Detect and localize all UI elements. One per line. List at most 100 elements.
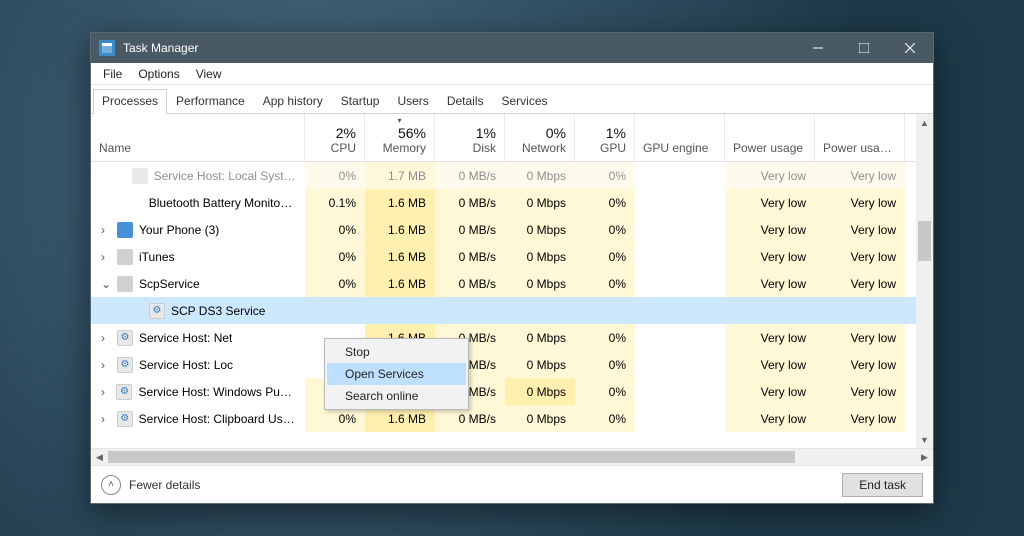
context-open-services[interactable]: Open Services bbox=[327, 363, 466, 385]
context-stop[interactable]: Stop bbox=[327, 341, 466, 363]
titlebar[interactable]: Task Manager bbox=[91, 33, 933, 63]
chevron-right-icon[interactable]: › bbox=[101, 331, 111, 345]
scroll-thumb[interactable] bbox=[918, 221, 931, 261]
scroll-down-icon[interactable]: ▼ bbox=[916, 431, 933, 448]
app-icon bbox=[99, 40, 115, 56]
table-row[interactable]: ›Service Host: Loc1.6 MB0 MB/s0 Mbps0%Ve… bbox=[91, 351, 933, 378]
cell-cpu: 0% bbox=[305, 243, 365, 270]
column-gpu-engine[interactable]: GPU engine bbox=[635, 114, 725, 161]
cell-net: 0 Mbps bbox=[505, 270, 575, 297]
cell-cpu: 0% bbox=[305, 216, 365, 243]
chevron-right-icon[interactable]: › bbox=[101, 223, 111, 237]
tab-processes[interactable]: Processes bbox=[93, 89, 167, 114]
tab-performance[interactable]: Performance bbox=[167, 89, 254, 113]
column-network[interactable]: 0%Network bbox=[505, 114, 575, 161]
menu-file[interactable]: File bbox=[95, 65, 130, 83]
cell-gpu-engine bbox=[635, 351, 725, 378]
column-power-usage[interactable]: Power usage bbox=[725, 114, 815, 161]
cell-mem: 1.6 MB bbox=[365, 243, 435, 270]
table-row[interactable]: ›Service Host: Clipboard Use…0%1.6 MB0 M… bbox=[91, 405, 933, 432]
tab-startup[interactable]: Startup bbox=[332, 89, 389, 113]
process-name: Service Host: Loc bbox=[139, 358, 233, 372]
process-name-cell[interactable]: › Service Host: Loc bbox=[91, 351, 305, 378]
tab-details[interactable]: Details bbox=[438, 89, 493, 113]
cell-gpu: 0% bbox=[575, 378, 635, 405]
menu-view[interactable]: View bbox=[188, 65, 230, 83]
table-row[interactable]: Service Host: Local System (…0%1.7 MB0 M… bbox=[91, 162, 933, 189]
menu-options[interactable]: Options bbox=[130, 65, 187, 83]
cell-put: Very low bbox=[815, 351, 905, 378]
vertical-scrollbar[interactable]: ▲ ▼ bbox=[916, 114, 933, 448]
column-gpu[interactable]: 1%GPU bbox=[575, 114, 635, 161]
cell-net: 0 Mbps bbox=[505, 378, 575, 405]
horizontal-scrollbar[interactable]: ◀ ▶ bbox=[91, 448, 933, 465]
process-icon bbox=[149, 303, 165, 319]
cell-gpu-engine bbox=[635, 243, 725, 270]
column-cpu[interactable]: 2%CPU bbox=[305, 114, 365, 161]
chevron-right-icon[interactable]: › bbox=[101, 412, 111, 426]
chevron-down-icon[interactable]: ⌄ bbox=[101, 277, 111, 291]
scroll-track[interactable] bbox=[916, 131, 933, 431]
tab-users[interactable]: Users bbox=[388, 89, 437, 113]
cell-put: Very low bbox=[815, 189, 905, 216]
chevron-right-icon[interactable]: › bbox=[101, 250, 111, 264]
process-name: ScpService bbox=[139, 277, 200, 291]
process-name-cell[interactable]: ›Service Host: Windows Push… bbox=[91, 378, 305, 405]
cell-cpu: 0.1% bbox=[305, 189, 365, 216]
process-name-cell[interactable]: ⌄ ScpService bbox=[91, 270, 305, 297]
table-row[interactable]: ›Service Host: Net1.6 MB0 MB/s0 Mbps0%Ve… bbox=[91, 324, 933, 351]
cell-mem: 1.6 MB bbox=[365, 270, 435, 297]
table-row[interactable]: ⌄ScpService0%1.6 MB0 MB/s0 Mbps0%Very lo… bbox=[91, 270, 933, 297]
cell-put: Very low bbox=[815, 270, 905, 297]
column-power-usage-trend[interactable]: Power usage trend bbox=[815, 114, 905, 161]
cell-net: 0 Mbps bbox=[505, 162, 575, 189]
scroll-up-icon[interactable]: ▲ bbox=[916, 114, 933, 131]
process-name: Bluetooth Battery Monitor … bbox=[149, 196, 296, 210]
minimize-button[interactable] bbox=[795, 33, 841, 63]
close-button[interactable] bbox=[887, 33, 933, 63]
process-name-cell[interactable]: ›Service Host: Net bbox=[91, 324, 305, 351]
table-row[interactable]: Bluetooth Battery Monitor …0.1%1.6 MB0 M… bbox=[91, 189, 933, 216]
process-name: Service Host: Local System (… bbox=[154, 169, 296, 183]
scroll-left-icon[interactable]: ◀ bbox=[91, 449, 108, 465]
cell-gpu-engine bbox=[635, 324, 725, 351]
process-name-cell[interactable]: ›Service Host: Clipboard Use… bbox=[91, 405, 305, 432]
column-name[interactable]: Name bbox=[91, 114, 305, 161]
cell-disk: 0 MB/s bbox=[435, 216, 505, 243]
window-controls bbox=[795, 33, 933, 63]
cell-gpu: 0% bbox=[575, 351, 635, 378]
process-name-cell[interactable]: SCP DS3 Service bbox=[91, 297, 305, 324]
table-row[interactable]: SCP DS3 Service bbox=[91, 297, 933, 324]
context-search-online[interactable]: Search online bbox=[327, 385, 466, 407]
cell-cpu: 0% bbox=[305, 162, 365, 189]
table-row[interactable]: ›iTunes0%1.6 MB0 MB/s0 Mbps0%Very lowVer… bbox=[91, 243, 933, 270]
process-name-cell[interactable]: ›iTunes bbox=[91, 243, 305, 270]
maximize-button[interactable] bbox=[841, 33, 887, 63]
process-name-cell[interactable]: Service Host: Local System (… bbox=[91, 162, 305, 189]
process-icon bbox=[117, 330, 133, 346]
scroll-right-icon[interactable]: ▶ bbox=[916, 449, 933, 465]
cell-put: Very low bbox=[815, 378, 905, 405]
hscroll-track[interactable] bbox=[108, 449, 916, 465]
end-task-button[interactable]: End task bbox=[842, 473, 923, 497]
process-name-cell[interactable]: Bluetooth Battery Monitor … bbox=[91, 189, 305, 216]
tab-services[interactable]: Services bbox=[493, 89, 557, 113]
column-memory[interactable]: ▾56%Memory bbox=[365, 114, 435, 161]
column-disk[interactable]: 1%Disk bbox=[435, 114, 505, 161]
chevron-up-icon: ˄ bbox=[101, 475, 121, 495]
chevron-right-icon[interactable]: › bbox=[101, 358, 111, 372]
cell-disk: 0 MB/s bbox=[435, 189, 505, 216]
cell-pu: Very low bbox=[725, 351, 815, 378]
chevron-right-icon[interactable]: › bbox=[101, 385, 110, 399]
cell-mem bbox=[365, 297, 435, 324]
cell-gpu: 0% bbox=[575, 243, 635, 270]
process-grid: Name 2%CPU ▾56%Memory 1%Disk 0%Network 1… bbox=[91, 114, 933, 448]
hscroll-thumb[interactable] bbox=[108, 451, 795, 463]
table-row[interactable]: ›Your Phone (3)0%1.6 MB0 MB/s0 Mbps0%Ver… bbox=[91, 216, 933, 243]
footer: ˄ Fewer details End task bbox=[91, 465, 933, 503]
tab-app-history[interactable]: App history bbox=[254, 89, 332, 113]
fewer-details-button[interactable]: ˄ Fewer details bbox=[101, 475, 200, 495]
tab-strip: Processes Performance App history Startu… bbox=[91, 85, 933, 114]
table-row[interactable]: ›Service Host: Windows Push…0%1.6 MB0 MB… bbox=[91, 378, 933, 405]
process-name-cell[interactable]: ›Your Phone (3) bbox=[91, 216, 305, 243]
